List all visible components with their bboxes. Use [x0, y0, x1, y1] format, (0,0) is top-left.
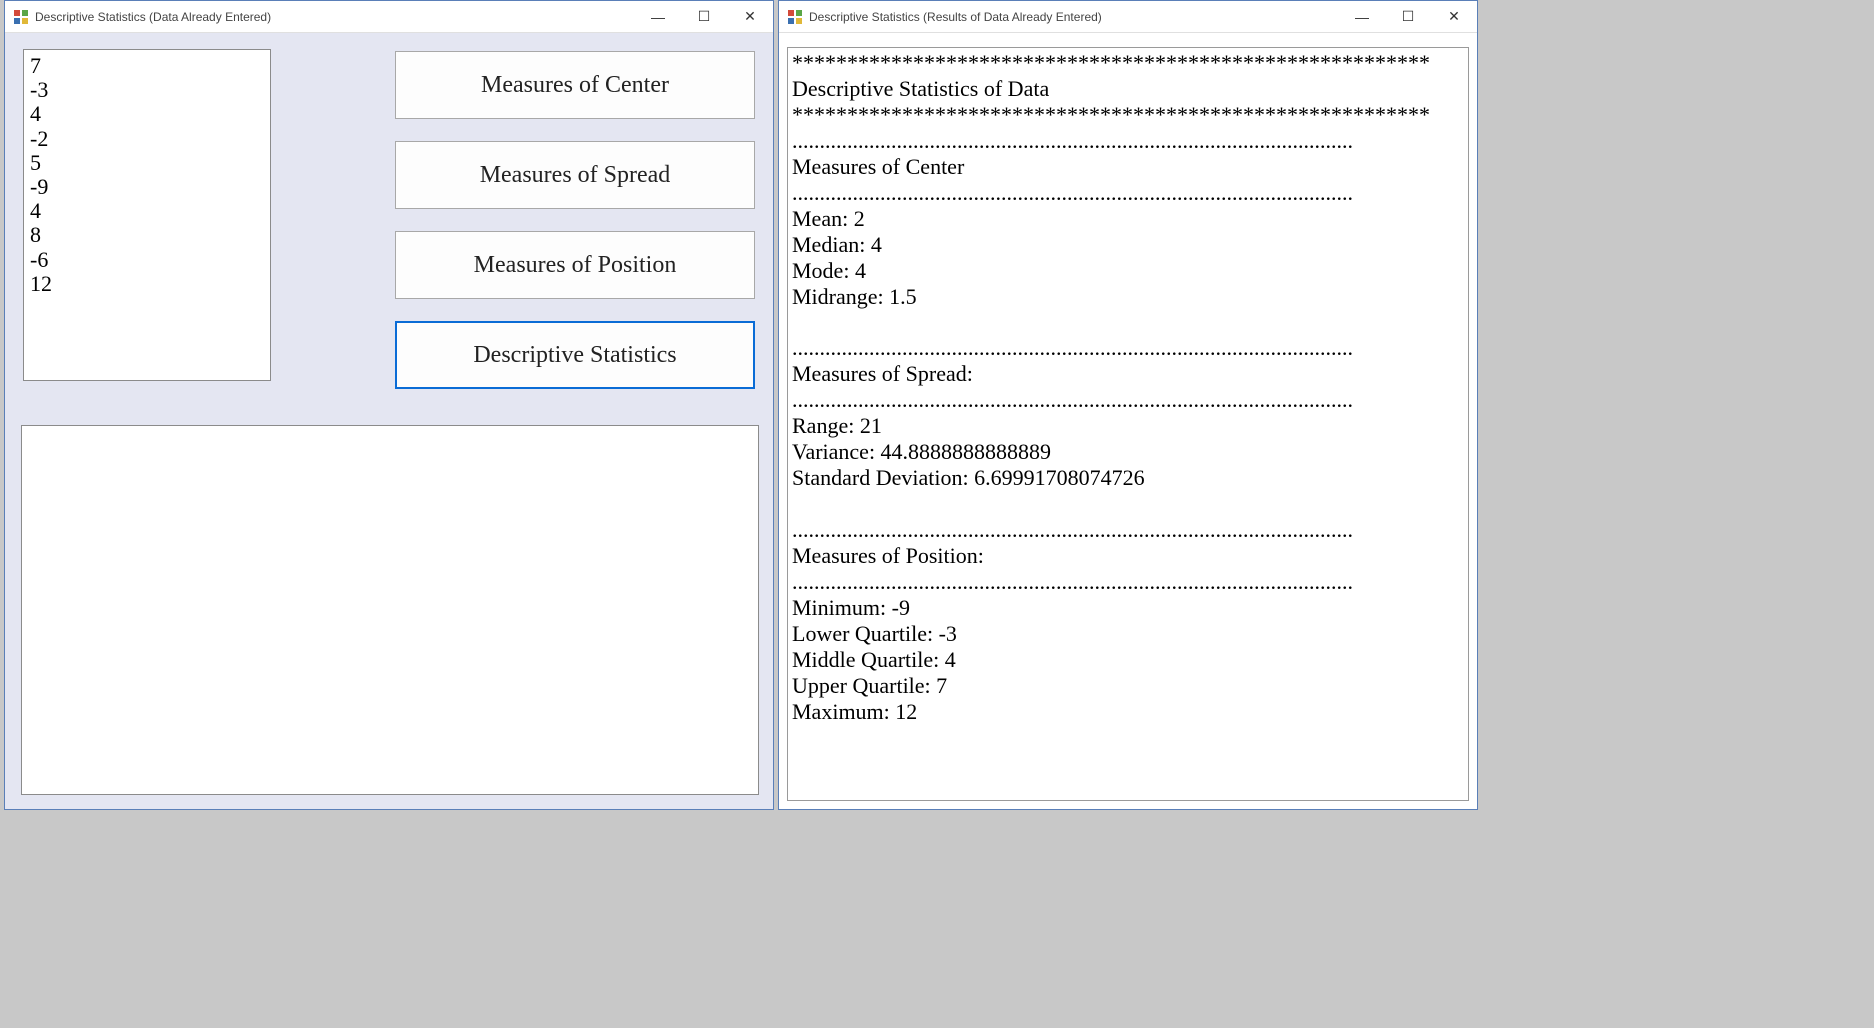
maximize-button[interactable]: ☐ — [681, 1, 727, 32]
data-listbox[interactable]: 7 -3 4 -2 5 -9 4 8 -6 12 — [23, 49, 271, 381]
minimize-button[interactable]: — — [635, 1, 681, 32]
app-icon — [787, 9, 803, 25]
measures-of-center-button[interactable]: Measures of Center — [395, 51, 755, 119]
window-controls-right: — ☐ ✕ — [1339, 1, 1477, 32]
button-stack: Measures of Center Measures of Spread Me… — [395, 51, 755, 389]
maximize-button[interactable]: ☐ — [1385, 1, 1431, 32]
window-controls-left: — ☐ ✕ — [635, 1, 773, 32]
window-title-right: Descriptive Statistics (Results of Data … — [809, 10, 1339, 24]
measures-of-spread-button[interactable]: Measures of Spread — [395, 141, 755, 209]
close-button[interactable]: ✕ — [727, 1, 773, 32]
titlebar-right[interactable]: Descriptive Statistics (Results of Data … — [779, 1, 1477, 33]
app-icon — [13, 9, 29, 25]
window-data-entry: Descriptive Statistics (Data Already Ent… — [4, 0, 774, 810]
client-area-right: ****************************************… — [779, 33, 1477, 809]
minimize-button[interactable]: — — [1339, 1, 1385, 32]
window-title-left: Descriptive Statistics (Data Already Ent… — [35, 10, 635, 24]
descriptive-statistics-button[interactable]: Descriptive Statistics — [395, 321, 755, 389]
output-textbox[interactable] — [21, 425, 759, 795]
results-textbox[interactable]: ****************************************… — [787, 47, 1469, 801]
window-results: Descriptive Statistics (Results of Data … — [778, 0, 1478, 810]
close-button[interactable]: ✕ — [1431, 1, 1477, 32]
titlebar-left[interactable]: Descriptive Statistics (Data Already Ent… — [5, 1, 773, 33]
client-area-left: 7 -3 4 -2 5 -9 4 8 -6 12 Measures of Cen… — [5, 33, 773, 809]
measures-of-position-button[interactable]: Measures of Position — [395, 231, 755, 299]
